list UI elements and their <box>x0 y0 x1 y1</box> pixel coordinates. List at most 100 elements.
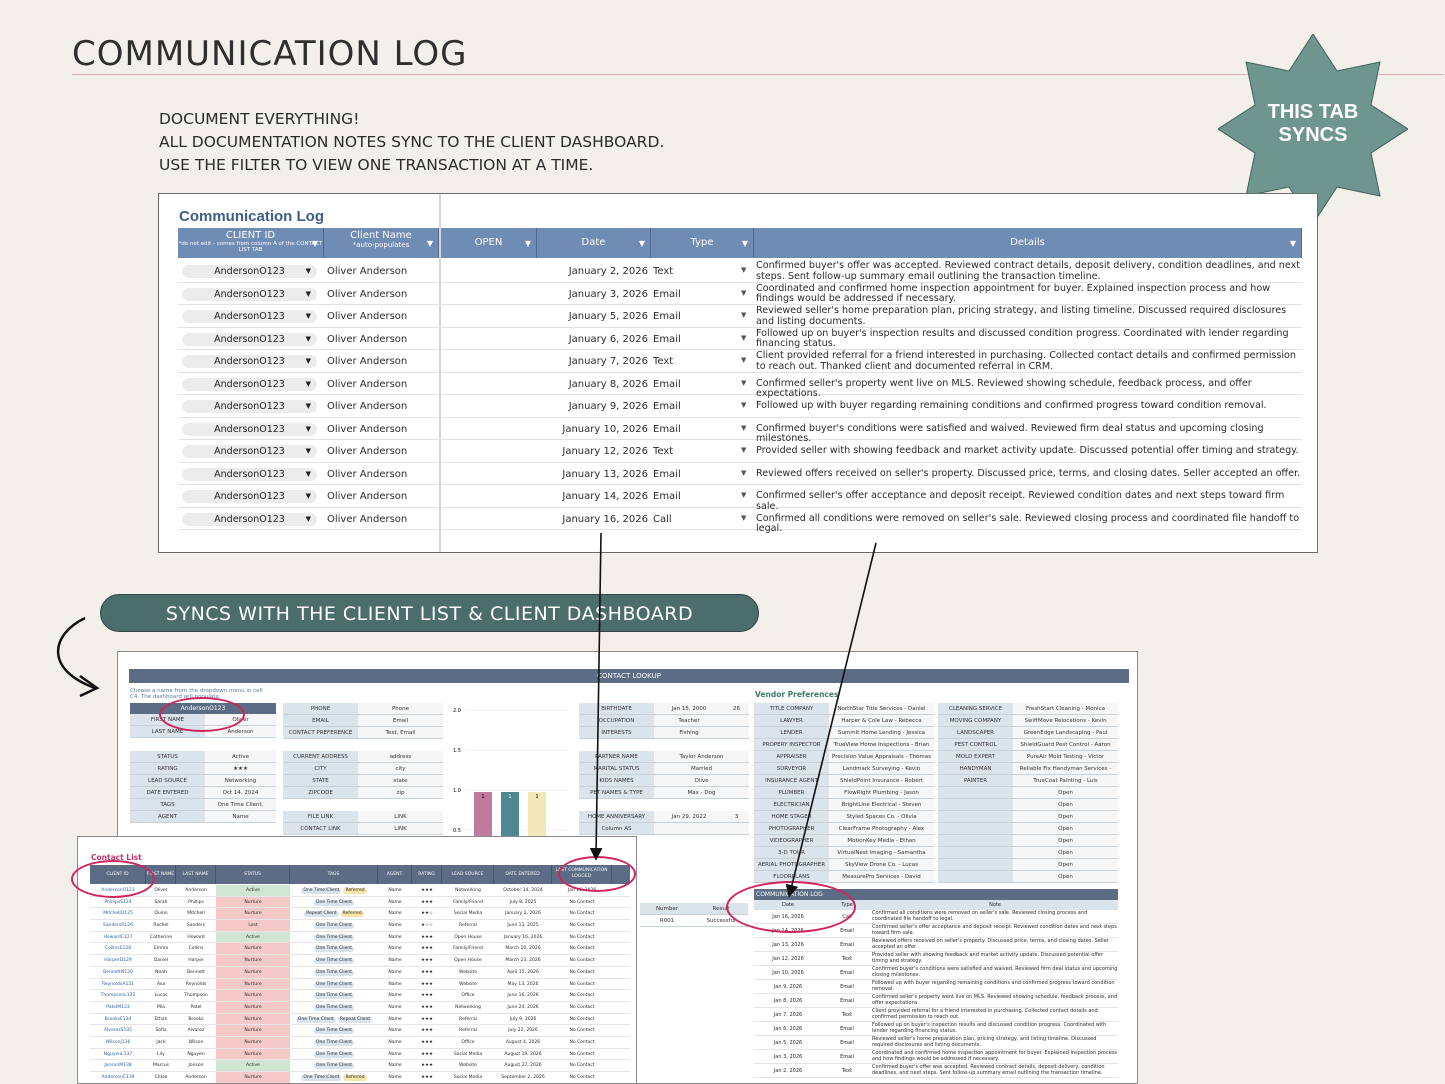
client-id-link[interactable]: BrooksE134 <box>90 1014 146 1025</box>
contact-cell[interactable]: One Time Client Referred <box>290 885 378 896</box>
filter-icon[interactable]: ▼ <box>639 239 645 248</box>
client-id-link[interactable]: HarperD129 <box>90 955 146 966</box>
client-id-link[interactable]: NguyenL137 <box>90 1049 146 1060</box>
details-cell[interactable]: Followed up on buyer's inspection result… <box>756 328 1304 350</box>
client-id-link[interactable]: PatelM133 <box>90 1002 146 1013</box>
contact-cell[interactable]: Active <box>216 931 290 943</box>
chevron-down-icon[interactable]: ▼ <box>741 469 746 477</box>
column-header-type[interactable]: Type ▼ <box>651 228 754 258</box>
client-id-link[interactable]: MitchellQ125 <box>90 908 146 919</box>
date-cell[interactable]: January 7, 2026 <box>538 356 648 367</box>
contact-cell[interactable]: Nurture <box>216 1036 290 1048</box>
filter-icon[interactable]: ▼ <box>1290 239 1296 248</box>
type-cell[interactable]: Call <box>653 514 672 525</box>
column-header-details[interactable]: Details ▼ <box>754 228 1302 258</box>
details-cell[interactable]: Confirmed all conditions were removed on… <box>756 513 1304 535</box>
client-id-link[interactable]: AndersonC139 <box>90 1072 146 1083</box>
column-header[interactable]: AGENT <box>378 865 412 884</box>
details-cell[interactable]: Provided seller with showing feedback an… <box>756 445 1304 457</box>
details-cell[interactable]: Followed up with buyer regarding remaini… <box>756 400 1304 412</box>
type-cell[interactable]: Email <box>653 469 681 480</box>
column-header[interactable]: TAGS <box>290 865 378 884</box>
column-header-client-id[interactable]: CLIENT ID *do not edit - comes from colu… <box>178 228 324 258</box>
client-id-link[interactable]: CollinsE128 <box>90 943 146 954</box>
contact-cell[interactable]: One Time Client <box>290 1037 378 1048</box>
client-id-dropdown[interactable]: AndersonO123 ▼ <box>182 332 317 346</box>
date-cell[interactable]: January 13, 2026 <box>538 469 648 480</box>
client-id-dropdown[interactable]: AndersonO123 ▼ <box>182 310 317 323</box>
date-cell[interactable]: January 12, 2026 <box>538 446 648 457</box>
contact-cell[interactable]: Nurture <box>216 978 290 990</box>
chevron-down-icon[interactable]: ▼ <box>741 334 746 342</box>
details-cell[interactable]: Client provided referral for a friend in… <box>756 350 1304 372</box>
contact-cell[interactable]: Nurture <box>216 1013 290 1025</box>
chevron-down-icon[interactable]: ▼ <box>306 513 311 526</box>
column-header[interactable]: RATING <box>412 865 442 884</box>
chevron-down-icon[interactable]: ▼ <box>741 401 746 409</box>
contact-cell[interactable]: Nurture <box>216 1048 290 1060</box>
chevron-down-icon[interactable]: ▼ <box>741 356 746 364</box>
contact-cell[interactable]: One Time Client <box>290 1049 378 1060</box>
chevron-down-icon[interactable]: ▼ <box>306 355 311 368</box>
date-cell[interactable]: January 14, 2026 <box>538 491 648 502</box>
type-cell[interactable]: Email <box>653 289 681 300</box>
date-cell[interactable]: January 10, 2026 <box>538 424 648 435</box>
contact-cell[interactable]: Active <box>216 885 290 896</box>
date-cell[interactable]: January 3, 2026 <box>538 289 648 300</box>
client-id-dropdown[interactable]: AndersonO123 ▼ <box>182 467 317 481</box>
contact-cell[interactable]: One Time Client <box>290 979 378 990</box>
contact-cell[interactable]: Nurture <box>216 943 290 955</box>
type-cell[interactable]: Email <box>653 334 681 345</box>
chevron-down-icon[interactable]: ▼ <box>306 378 311 391</box>
contact-cell[interactable]: Nurture <box>216 966 290 978</box>
client-id-link[interactable]: BennettN130 <box>90 967 146 978</box>
client-id-dropdown[interactable]: AndersonO123 ▼ <box>182 265 317 278</box>
client-id-dropdown[interactable]: AndersonO123 ▼ <box>182 287 317 301</box>
contact-cell[interactable]: Active <box>216 1060 290 1071</box>
details-cell[interactable]: Confirmed buyer's offer was accepted. Re… <box>756 260 1304 282</box>
filter-icon[interactable]: ▼ <box>312 239 318 248</box>
client-id-link[interactable]: PhillipsS124 <box>90 897 146 908</box>
client-id-link[interactable]: JonsonM138 <box>90 1060 146 1071</box>
details-cell[interactable]: Reviewed seller's home preparation plan,… <box>756 305 1304 327</box>
type-cell[interactable]: Text <box>653 266 673 277</box>
contact-cell[interactable]: One Time Client <box>290 943 378 954</box>
client-id-dropdown[interactable]: AndersonO123 ▼ <box>182 422 317 436</box>
column-header[interactable]: LEAD SOURCE <box>442 865 494 884</box>
date-cell[interactable]: January 9, 2026 <box>538 401 648 412</box>
chevron-down-icon[interactable]: ▼ <box>306 468 311 481</box>
filter-icon[interactable]: ▼ <box>427 239 433 248</box>
chevron-down-icon[interactable]: ▼ <box>306 310 311 323</box>
client-id-dropdown[interactable]: AndersonO123 ▼ <box>182 490 317 503</box>
contact-cell[interactable]: One Time Client <box>290 1002 378 1013</box>
client-id-link[interactable]: HowardC127 <box>90 932 146 943</box>
contact-cell[interactable]: One Time Client <box>290 967 378 978</box>
chevron-down-icon[interactable]: ▼ <box>306 445 311 458</box>
date-cell[interactable]: January 2, 2026 <box>538 266 648 277</box>
client-id-link[interactable]: ReynoldsA131 <box>90 979 146 990</box>
contact-cell[interactable]: Nurture <box>216 908 290 920</box>
type-cell[interactable]: Email <box>653 311 681 322</box>
contact-cell[interactable]: One Time Client <box>290 1060 378 1071</box>
contact-cell[interactable]: Nurture <box>216 955 290 966</box>
chevron-down-icon[interactable]: ▼ <box>741 514 746 522</box>
contact-cell[interactable]: One Time Client Referred <box>290 1072 378 1083</box>
contact-cell[interactable]: Nurture <box>216 990 290 1001</box>
client-id-link[interactable]: SandersR126 <box>90 920 146 931</box>
client-id-link[interactable]: AlvarezS135 <box>90 1025 146 1036</box>
chevron-down-icon[interactable]: ▼ <box>306 490 311 503</box>
type-cell[interactable]: Email <box>653 424 681 435</box>
chevron-down-icon[interactable]: ▼ <box>741 424 746 432</box>
chevron-down-icon[interactable]: ▼ <box>741 289 746 297</box>
filter-icon[interactable]: ▼ <box>742 239 748 248</box>
date-cell[interactable]: January 8, 2026 <box>538 379 648 390</box>
client-id-dropdown[interactable]: AndersonO123 ▼ <box>182 512 317 526</box>
chevron-down-icon[interactable]: ▼ <box>306 333 311 346</box>
client-id-dropdown[interactable]: AndersonO123 ▼ <box>182 445 317 458</box>
details-cell[interactable]: Reviewed offers received on seller's pro… <box>756 468 1304 480</box>
client-id-link[interactable]: ThompsonL132 <box>90 990 146 1001</box>
contact-cell[interactable]: One Time Client <box>290 932 378 943</box>
contact-cell[interactable]: Nurture <box>216 1001 290 1013</box>
chevron-down-icon[interactable]: ▼ <box>741 266 746 274</box>
type-cell[interactable]: Email <box>653 491 681 502</box>
